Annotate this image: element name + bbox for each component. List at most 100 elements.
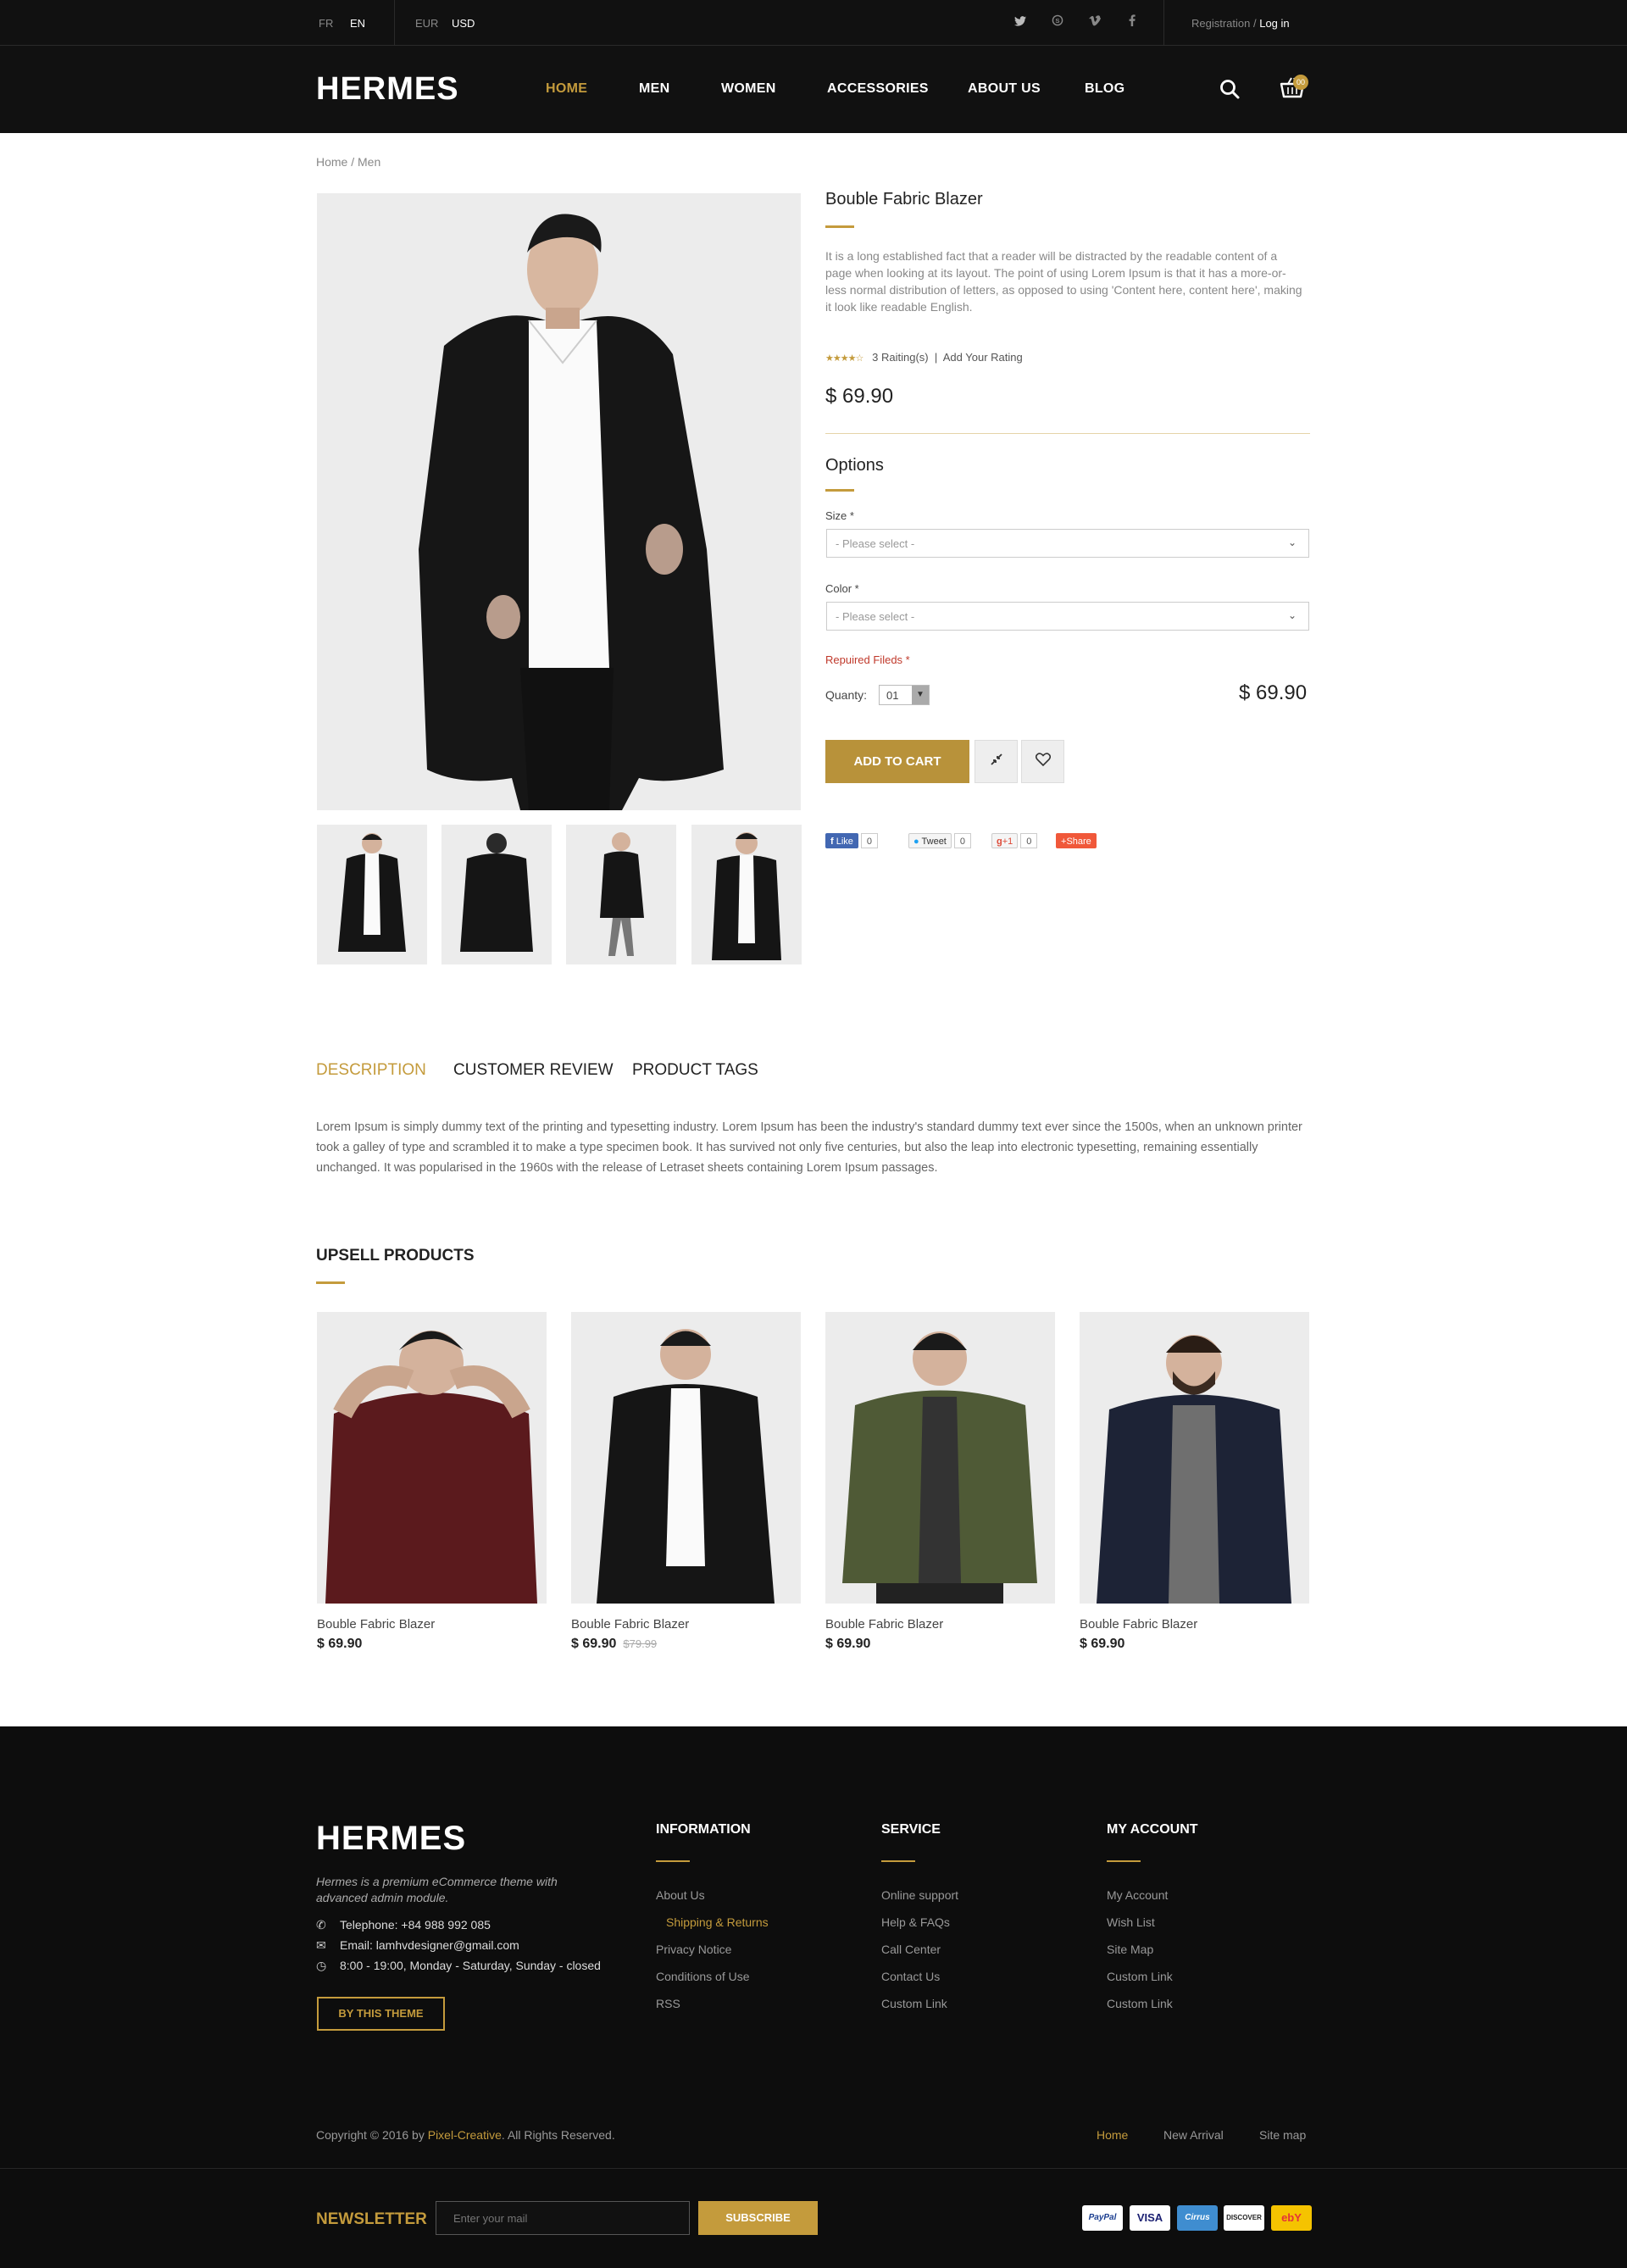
product-card-name[interactable]: Bouble Fabric Blazer [1080, 1617, 1309, 1632]
top-bar: FR EN EUR USD S Registration / Log in [0, 0, 1627, 46]
currency-usd[interactable]: USD [452, 17, 475, 30]
product-card-name[interactable]: Bouble Fabric Blazer [317, 1617, 547, 1632]
product-card-price: $ 69.90 [317, 1637, 363, 1651]
product-thumbnail[interactable] [566, 825, 676, 964]
product-card[interactable]: Bouble Fabric Blazer $ 69.90 [317, 1312, 547, 1652]
product-card-image[interactable] [571, 1312, 801, 1604]
registration-link[interactable]: Registration [1191, 17, 1250, 30]
product-card-image[interactable] [1080, 1312, 1309, 1604]
phone-icon: ✆ [316, 1918, 326, 1932]
upsell-title: UPSELL PRODUCTS [316, 1247, 475, 1265]
nav-men[interactable]: MEN [639, 81, 669, 97]
quantity-value: 01 [886, 689, 899, 702]
currency-eur[interactable]: EUR [415, 17, 438, 30]
product-thumbnail[interactable] [691, 825, 802, 964]
rating-stars: ★★★★☆ [825, 353, 863, 364]
footer-link-call-center[interactable]: Call Center [881, 1943, 941, 1956]
footer-link-wish-list[interactable]: Wish List [1107, 1915, 1155, 1929]
divider [394, 0, 395, 46]
bottom-link-home[interactable]: Home [1097, 2128, 1128, 2142]
breadcrumb: Home / Men [316, 155, 381, 169]
footer-logo[interactable]: HERMES [316, 1820, 466, 1858]
product-card[interactable]: Bouble Fabric Blazer $ 69.90 [1080, 1312, 1309, 1652]
color-select-value: - Please select - [836, 610, 915, 623]
google-plus-widget[interactable]: g+1 0 [991, 833, 1038, 850]
copyright-post: . All Rights Reserved. [501, 2128, 615, 2142]
share-label: Share [1066, 837, 1091, 847]
bottom-link-new-arrival[interactable]: New Arrival [1163, 2128, 1224, 2142]
nav-home[interactable]: HOME [546, 81, 587, 97]
newsletter-email-input[interactable] [436, 2201, 690, 2235]
footer-link-custom[interactable]: Custom Link [1107, 1970, 1173, 1983]
footer-link-help[interactable]: Help & FAQs [881, 1915, 950, 1929]
information-title: INFORMATION [656, 1822, 751, 1837]
bottom-link-site-map[interactable]: Site map [1259, 2128, 1306, 2142]
nav-about-us[interactable]: ABOUT US [968, 81, 1041, 97]
footer-link-custom[interactable]: Custom Link [881, 1997, 947, 2010]
share-widget[interactable]: +Share [1056, 833, 1097, 850]
chevron-down-icon: ▼ [912, 686, 929, 704]
vimeo-icon[interactable] [1086, 14, 1103, 31]
add-to-cart-button[interactable]: ADD TO CART [825, 740, 969, 783]
nav-blog[interactable]: BLOG [1085, 81, 1124, 97]
footer-link-shipping[interactable]: Shipping & Returns [666, 1915, 769, 1929]
add-rating-link[interactable]: Add Your Rating [943, 351, 1023, 364]
site-logo[interactable]: HERMES [316, 71, 459, 108]
product-card-name[interactable]: Bouble Fabric Blazer [825, 1617, 1055, 1632]
product-short-description: It is a long established fact that a rea… [825, 249, 1302, 314]
footer-link-privacy[interactable]: Privacy Notice [656, 1943, 731, 1956]
buy-theme-button[interactable]: BY THIS THEME [317, 1997, 445, 2031]
search-icon[interactable] [1219, 78, 1241, 100]
product-thumbnail[interactable] [441, 825, 552, 964]
ebay-icon: ebY [1271, 2205, 1312, 2231]
copyright-brand-link[interactable]: Pixel-Creative [428, 2128, 502, 2142]
product-card-price: $ 69.90 [571, 1637, 617, 1651]
product-price: $ 69.90 [825, 385, 894, 408]
login-link[interactable]: Log in [1259, 17, 1289, 30]
subscribe-button[interactable]: SUBSCRIBE [698, 2201, 818, 2235]
lang-en[interactable]: EN [350, 17, 365, 30]
copyright: Copyright © 2016 by Pixel-Creative. All … [316, 2128, 615, 2142]
nav-accessories[interactable]: ACCESSORIES [827, 81, 929, 97]
footer-link-conditions[interactable]: Conditions of Use [656, 1970, 750, 1983]
twitter-icon[interactable] [1012, 14, 1029, 31]
product-card-price: $ 69.90 [1080, 1637, 1125, 1651]
product-thumbnail[interactable] [317, 825, 427, 964]
compare-icon[interactable] [975, 740, 1018, 783]
paypal-icon: PayPal [1082, 2205, 1123, 2231]
facebook-icon[interactable] [1124, 14, 1141, 31]
twitter-icon: ● [913, 837, 919, 847]
product-title: Bouble Fabric Blazer [825, 190, 983, 208]
color-select[interactable]: - Please select - ⌄ [826, 602, 1309, 631]
footer-link-about-us[interactable]: About Us [656, 1888, 705, 1902]
wishlist-heart-icon[interactable] [1021, 740, 1064, 783]
footer-link-contact[interactable]: Contact Us [881, 1970, 940, 1983]
tab-customer-review[interactable]: CUSTOMER REVIEW [453, 1061, 614, 1080]
column-underline [881, 1860, 915, 1862]
skype-icon[interactable]: S [1049, 14, 1066, 31]
size-select[interactable]: - Please select - ⌄ [826, 529, 1309, 558]
tab-description[interactable]: DESCRIPTION [316, 1061, 426, 1080]
tweet-widget[interactable]: ● Tweet 0 [908, 833, 971, 850]
product-card[interactable]: Bouble Fabric Blazer $ 69.90 $79.99 [571, 1312, 801, 1652]
product-card[interactable]: Bouble Fabric Blazer $ 69.90 [825, 1312, 1055, 1652]
facebook-like-widget[interactable]: f Like 0 [825, 833, 878, 850]
product-card-name[interactable]: Bouble Fabric Blazer [571, 1617, 801, 1632]
footer-link-my-account[interactable]: My Account [1107, 1888, 1168, 1902]
tab-product-tags[interactable]: PRODUCT TAGS [632, 1061, 758, 1080]
footer-email: ✉ Email: lamhvdesigner@gmail.com [316, 1938, 519, 1953]
footer-link-custom[interactable]: Custom Link [1107, 1997, 1173, 2010]
product-card-image[interactable] [825, 1312, 1055, 1604]
footer-link-rss[interactable]: RSS [656, 1997, 680, 2010]
gplus-count: 0 [1020, 833, 1038, 848]
product-main-image[interactable] [317, 193, 801, 810]
footer-link-online-support[interactable]: Online support [881, 1888, 958, 1902]
copyright-pre: Copyright © 2016 by [316, 2128, 428, 2142]
lang-fr[interactable]: FR [319, 17, 333, 30]
rating-row: ★★★★☆ 3 Raiting(s) | Add Your Rating [825, 351, 1023, 364]
tweet-label: Tweet [921, 837, 947, 847]
product-card-image[interactable] [317, 1312, 547, 1604]
quantity-select[interactable]: 01 ▼ [879, 685, 930, 705]
nav-women[interactable]: WOMEN [721, 81, 776, 97]
footer-link-site-map[interactable]: Site Map [1107, 1943, 1153, 1956]
